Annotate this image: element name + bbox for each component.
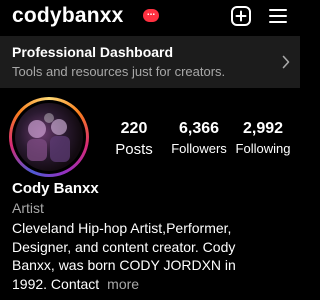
plus-square-icon[interactable] xyxy=(230,5,252,27)
dashboard-subtitle: Tools and resources just for creators. xyxy=(12,64,226,79)
chevron-right-icon xyxy=(282,55,290,74)
top-bar: codybanxx ... xyxy=(0,0,300,34)
following-label: Following xyxy=(235,141,291,156)
profile-picture xyxy=(15,103,83,171)
profile-bio: Cleveland Hip-hop Artist,Performer, Desi… xyxy=(12,219,294,293)
followers-count: 6,366 xyxy=(178,120,220,137)
profile-name: Cody Banxx xyxy=(12,180,99,197)
dashboard-title: Professional Dashboard xyxy=(12,44,174,60)
stat-posts[interactable]: 220 Posts xyxy=(112,120,156,158)
bio-line: 1992. Contact xyxy=(12,275,100,292)
bio-line-last: 1992. Contact more xyxy=(12,275,294,294)
bio-line: Banxx, was born CODY JORDXN in xyxy=(12,257,236,273)
stat-followers[interactable]: 6,366 Followers xyxy=(166,120,232,156)
profile-category: Artist xyxy=(12,200,44,216)
more-link[interactable]: more xyxy=(107,276,139,292)
avatar[interactable] xyxy=(9,97,89,177)
bio-line: Cleveland Hip-hop Artist,Performer, xyxy=(12,220,232,236)
notification-badge[interactable]: ... xyxy=(143,8,159,22)
following-count: 2,992 xyxy=(242,120,284,137)
followers-label: Followers xyxy=(171,141,227,156)
posts-count: 220 xyxy=(120,120,148,137)
username[interactable]: codybanxx xyxy=(12,4,124,28)
hamburger-menu-icon[interactable] xyxy=(267,5,289,27)
bio-line: Designer, and content creator. Cody xyxy=(12,238,236,255)
posts-label: Posts xyxy=(115,141,153,158)
professional-dashboard-card[interactable]: Professional Dashboard Tools and resourc… xyxy=(0,36,300,88)
stat-following[interactable]: 2,992 Following xyxy=(230,120,296,156)
avatar-ring-gap xyxy=(12,100,86,174)
